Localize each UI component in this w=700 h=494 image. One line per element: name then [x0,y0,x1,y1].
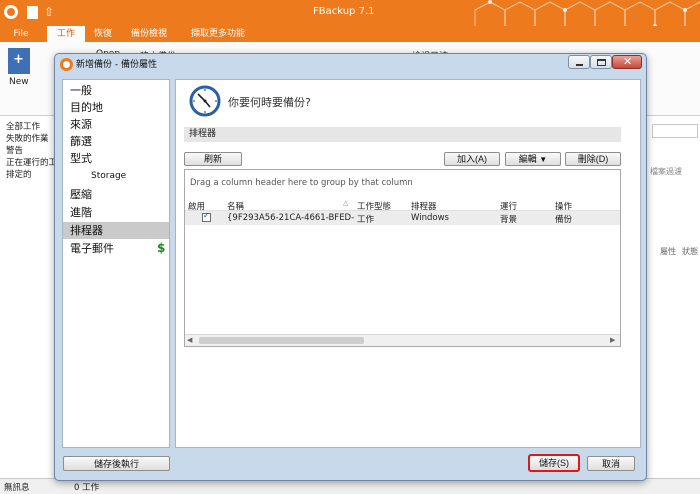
new-button-label[interactable]: New [9,77,29,87]
right-search-box[interactable] [652,124,698,138]
maximize-icon [597,59,606,66]
save-and-run-button[interactable]: 儲存後執行 [63,456,170,471]
filter-warnings[interactable]: 警告 [6,144,56,156]
properties-label: 屬性 [660,247,676,256]
edit-button-label: 編輯 [518,154,537,164]
tab-file[interactable]: File [4,26,38,42]
scrollbar-thumb[interactable] [199,337,364,344]
tab-more-features[interactable]: 擷取更多功能 [180,26,256,42]
scheduler-content: 你要何時要備份? 排程器 刷新 加入(A) 編輯 ▼ 刪除(D) Drag a … [175,79,641,448]
close-icon: ✕ [623,55,633,68]
tab-restore[interactable]: 恢復 [86,26,120,42]
right-panel: 檔案過濾 屬性 狀態 [642,116,700,478]
clock-icon [189,85,221,117]
document-icon[interactable] [27,6,38,19]
app-title: FBackup 7.1 [313,6,375,17]
nav-destination[interactable]: 目的地 [63,99,169,116]
nav-type[interactable]: 型式 [63,150,169,167]
nav-storage[interactable]: Storage [63,168,169,185]
back-arrow-icon[interactable]: ⇧ [44,5,54,19]
group-by-hint: Drag a column header here to group by th… [190,178,413,188]
settings-nav: 一般 目的地 來源 篩選 型式 Storage 壓縮 進階 排程器 電子郵件 $ [62,79,170,448]
scroll-right-icon[interactable]: ▶ [610,336,615,344]
nav-filter[interactable]: 篩選 [63,133,169,150]
checkmark-icon: ✓ [203,211,210,220]
app-titlebar: ⇧ FBackup 7.1 [0,0,700,26]
status-job-count: 0 工作 [74,483,100,493]
ribbon-tabs: File 工作 恢復 備份檢視 擷取更多功能 [0,26,700,42]
job-filter-panel: 全部工作 失敗的作業 警告 正在運行的工作 排定的 [0,116,56,478]
hex-pattern-decoration [474,0,700,26]
tab-job[interactable]: 工作 [47,26,85,42]
nav-scheduler[interactable]: 排程器 [63,222,169,239]
horizontal-scrollbar[interactable]: ◀ ▶ [185,334,620,346]
add-button[interactable]: 加入(A) [444,152,500,166]
tab-backup-view[interactable]: 備份檢視 [124,26,174,42]
maximize-button[interactable] [590,55,612,69]
filter-all-jobs[interactable]: 全部工作 [6,120,56,132]
minimize-button[interactable] [568,55,590,69]
filter-running-jobs[interactable]: 正在運行的工作 [6,156,56,168]
grid-header-row: 啟用 名稱 △ 工作型態 排程器 運行 操作 [185,199,620,212]
minimize-icon [576,64,583,66]
schedule-grid: Drag a column header here to group by th… [184,169,621,347]
app-logo-icon [4,5,18,19]
section-header: 排程器 [184,127,621,142]
table-row[interactable]: ✓ {9F293A56-21CA-4661-BFED-11 工作 Windows… [185,211,620,225]
section-title: 排程器 [189,129,217,139]
row-job-type: 工作 [357,215,375,225]
nav-advanced[interactable]: 進階 [63,204,169,221]
filter-failed-jobs[interactable]: 失敗的作業 [6,132,56,144]
backup-properties-dialog: 新增備份 - 備份屬性 ✕ 一般 目的地 來源 篩選 型式 Storage 壓縮… [54,53,647,481]
nav-general[interactable]: 一般 [63,82,169,99]
status-label: 狀態 [682,247,698,256]
status-message: 無訊息 [4,483,30,493]
row-run: 背景 [500,215,518,225]
scroll-left-icon[interactable]: ◀ [187,336,192,344]
new-backup-icon[interactable]: + [8,48,30,74]
schedule-question: 你要何時要備份? [228,96,311,109]
close-button[interactable]: ✕ [612,55,642,69]
delete-button[interactable]: 刪除(D) [565,152,621,166]
row-scheduler: Windows [411,213,449,223]
row-enabled-checkbox[interactable]: ✓ [202,211,211,222]
edit-button[interactable]: 編輯 ▼ [505,152,561,166]
sort-triangle-icon: △ [343,199,349,207]
nav-source[interactable]: 來源 [63,116,169,133]
refresh-button[interactable]: 刷新 [184,152,242,166]
chevron-down-icon: ▼ [539,155,548,164]
save-button[interactable]: 儲存(S) [528,454,580,472]
nav-email-label: 電子郵件 [70,242,114,255]
paid-feature-dollar-icon: $ [157,241,166,255]
dialog-logo-icon [60,58,73,71]
nav-compression[interactable]: 壓縮 [63,186,169,203]
dialog-title: 新增備份 - 備份屬性 [76,60,157,70]
row-action: 備份 [555,215,573,225]
cancel-button[interactable]: 取消 [587,456,635,471]
row-name: {9F293A56-21CA-4661-BFED-11 [227,213,355,223]
file-filter-label: 檔案過濾 [650,167,682,176]
filter-scheduled-jobs[interactable]: 排定的 [6,168,56,180]
nav-email[interactable]: 電子郵件 [63,240,169,257]
